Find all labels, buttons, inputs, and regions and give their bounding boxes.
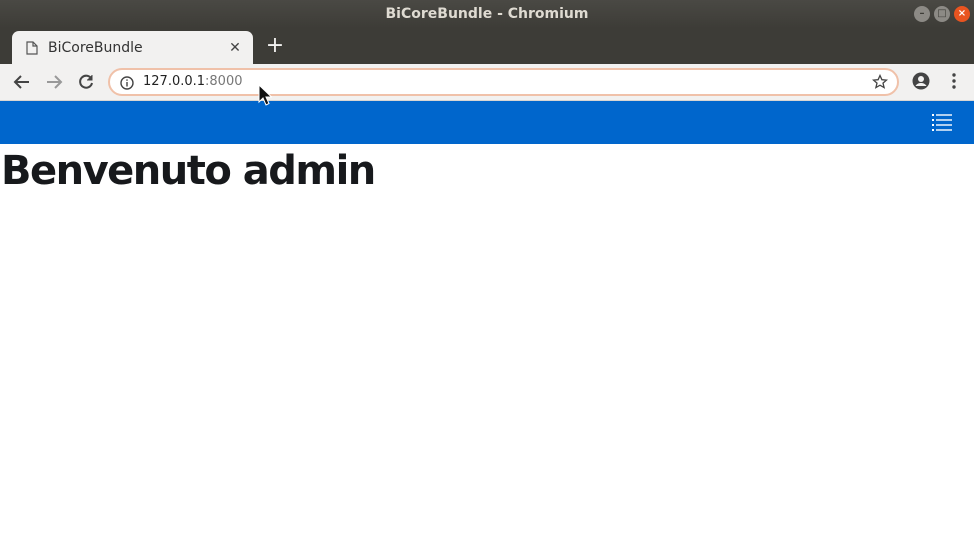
tab-close-icon[interactable]: ✕ (227, 40, 243, 56)
mouse-cursor-icon (258, 83, 273, 106)
tab-title: BiCoreBundle (48, 39, 143, 56)
info-icon[interactable] (120, 75, 134, 90)
star-icon[interactable] (871, 73, 889, 90)
window-titlebar: BiCoreBundle - Chromium – □ × (0, 0, 974, 28)
kebab-menu-icon[interactable] (946, 72, 962, 90)
address-bar[interactable]: 127.0.0.1:8000 (108, 68, 899, 96)
page-icon (26, 40, 38, 55)
browser-toolbar: 127.0.0.1:8000 (0, 64, 974, 101)
tab-bicorebundle[interactable]: BiCoreBundle ✕ (12, 31, 253, 64)
url-port: :8000 (205, 74, 243, 89)
minimize-icon[interactable]: – (914, 6, 930, 22)
maximize-icon[interactable]: □ (934, 6, 950, 22)
new-tab-icon[interactable]: + (264, 35, 286, 57)
account-icon[interactable] (912, 72, 930, 90)
page-title: Benvenuto admin (1, 148, 376, 194)
site-navbar (0, 101, 974, 144)
arrow-left-icon[interactable] (12, 72, 32, 92)
reload-icon[interactable] (76, 72, 96, 92)
url-text[interactable]: 127.0.0.1:8000 (143, 74, 243, 89)
close-window-icon[interactable]: × (954, 6, 970, 22)
window-controls: – □ × (914, 6, 970, 22)
tab-strip: BiCoreBundle ✕ + (0, 28, 974, 64)
list-menu-icon[interactable] (932, 113, 952, 131)
arrow-right-icon[interactable] (44, 72, 64, 92)
url-host: 127.0.0.1 (143, 74, 206, 89)
window-title: BiCoreBundle - Chromium (385, 6, 589, 22)
